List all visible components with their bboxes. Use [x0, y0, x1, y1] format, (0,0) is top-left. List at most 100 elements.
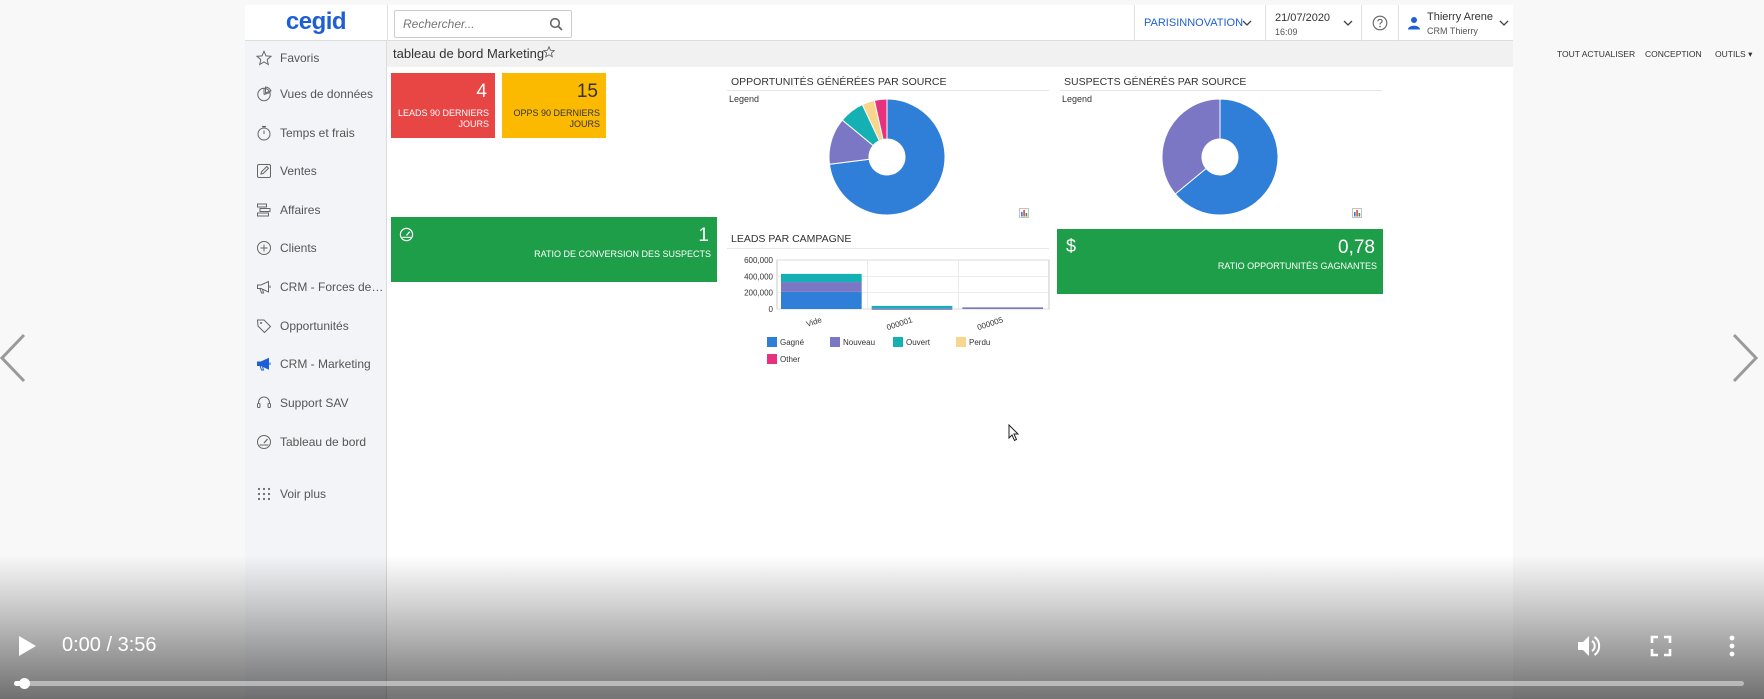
- sidebar-item-label: Vues de données: [280, 87, 373, 101]
- sidebar-item-affaires[interactable]: Affaires: [245, 195, 387, 225]
- tools-menu-button[interactable]: OUTILS ▾: [1715, 49, 1752, 60]
- search-icon[interactable]: [549, 17, 563, 31]
- sidebar-item-opportunites[interactable]: Opportunités: [245, 311, 387, 341]
- panel-divider: [727, 90, 1049, 91]
- fullscreen-icon[interactable]: [1650, 635, 1672, 657]
- opps-label: OPPS 90 DERNIERS JOURS: [513, 108, 600, 130]
- star-icon: [256, 50, 272, 66]
- favorite-star-icon[interactable]: [543, 46, 555, 58]
- chart-export-icon[interactable]: [1019, 208, 1029, 218]
- legend-label: Ouvert: [906, 338, 931, 347]
- sidebar-item-ventes[interactable]: Ventes: [245, 156, 387, 186]
- volume-icon[interactable]: [1576, 634, 1602, 658]
- caret-down-icon: ▾: [1748, 49, 1753, 59]
- legend-label: Gagné: [780, 338, 805, 347]
- panel-divider: [727, 248, 1049, 249]
- more-options-icon[interactable]: [1726, 634, 1738, 658]
- mouse-cursor-icon: [1008, 424, 1020, 442]
- opps-ratio-value: 0,78: [1338, 237, 1375, 258]
- video-scrubber-handle[interactable]: [19, 678, 30, 689]
- tools-label: OUTILS: [1715, 49, 1746, 59]
- company-selector[interactable]: PARISINNOVATION: [1134, 5, 1264, 41]
- help-button[interactable]: [1362, 5, 1398, 41]
- user-menu[interactable]: Thierry Arene CRM Thierry: [1399, 5, 1513, 41]
- leads-by-campaign-title: LEADS PAR CAMPAGNE: [731, 233, 852, 245]
- suspects-by-source-title: SUSPECTS GÉNÉRÉS PAR SOURCE: [1064, 76, 1247, 88]
- x-tick-label: Vide: [805, 315, 823, 329]
- opps-90-days-tile[interactable]: 15 OPPS 90 DERNIERS JOURS: [502, 73, 606, 138]
- winning-opps-ratio-tile[interactable]: $ 0,78 RATIO OPPORTUNITÉS GAGNANTES: [1057, 229, 1383, 294]
- sidebar-item-label: Support SAV: [280, 396, 349, 410]
- headset-icon: [257, 396, 271, 408]
- current-date: 21/07/2020: [1275, 12, 1331, 24]
- search-input[interactable]: [395, 11, 545, 37]
- company-name: PARISINNOVATION: [1144, 17, 1244, 29]
- legend-item[interactable]: Gagné: [767, 337, 804, 347]
- legend-item[interactable]: Perdu: [956, 337, 990, 347]
- legend-swatch: [830, 337, 840, 347]
- sidebar-item-temps-et-frais[interactable]: Temps et frais: [245, 118, 387, 148]
- sidebar-item-label: CRM - Marketing: [280, 357, 371, 371]
- sidebar-item-support-sav[interactable]: Support SAV: [245, 388, 387, 418]
- tag-icon: [256, 319, 272, 334]
- legend-item[interactable]: Ouvert: [893, 337, 930, 347]
- user-icon: [1408, 17, 1420, 30]
- sidebar-item-label: Clients: [280, 241, 317, 255]
- play-icon[interactable]: [17, 635, 37, 657]
- legend-item[interactable]: Other: [767, 354, 800, 364]
- next-arrow-icon[interactable]: [1732, 333, 1758, 383]
- search-box[interactable]: [394, 10, 572, 38]
- bar-segment: [781, 282, 862, 292]
- page-title: tableau de bord Marketing: [393, 46, 545, 61]
- sidebar-item-tableau-de-bord[interactable]: Tableau de bord: [245, 427, 387, 457]
- previous-arrow-icon[interactable]: [0, 333, 26, 383]
- sidebar-item-label: CRM - Forces de Ve...: [280, 280, 384, 294]
- legend-item[interactable]: Nouveau: [830, 337, 875, 347]
- help-icon: [1372, 15, 1388, 31]
- sidebar-item-favoris[interactable]: Favoris: [245, 43, 387, 73]
- sidebar-item-vues-de-donnees[interactable]: Vues de données: [245, 79, 387, 109]
- edit-icon: [257, 164, 271, 178]
- sidebar-item-crm-marketing[interactable]: CRM - Marketing: [245, 349, 387, 379]
- legend-toggle[interactable]: Legend: [729, 94, 759, 104]
- legend-swatch: [893, 337, 903, 347]
- video-progress-bar[interactable]: [14, 678, 1744, 689]
- sidebar-item-label: Temps et frais: [280, 126, 355, 140]
- opps-label-line2: JOURS: [569, 119, 600, 129]
- top-header: cegid PARISINNOVATION 21/07/2020 16:09: [245, 5, 1513, 41]
- refresh-all-button[interactable]: TOUT ACTUALISER: [1557, 49, 1635, 59]
- chevron-down-icon: [1499, 20, 1509, 26]
- y-tick-label: 600,000: [744, 256, 773, 265]
- sidebar-item-clients[interactable]: Clients: [245, 233, 387, 263]
- legend-toggle[interactable]: Legend: [1062, 94, 1092, 104]
- opps-by-source-title: OPPORTUNITÉS GÉNÉRÉES PAR SOURCE: [731, 76, 947, 88]
- bar-segment: [871, 305, 953, 309]
- chevron-down-icon: [1242, 20, 1252, 26]
- user-name: Thierry Arene: [1427, 11, 1494, 23]
- legend-swatch: [767, 354, 777, 364]
- chart-export-icon[interactable]: [1352, 208, 1362, 218]
- opps-count: 15: [576, 81, 598, 102]
- current-time: 16:09: [1275, 27, 1298, 37]
- legend-label: Nouveau: [843, 338, 876, 347]
- cegid-logo[interactable]: cegid: [245, 5, 387, 41]
- user-role: CRM Thierry: [1427, 26, 1478, 36]
- dashboard-toolbar: tableau de bord Marketing TOUT ACTUALISE…: [387, 41, 1752, 67]
- sidebar-item-label: Voir plus: [280, 487, 327, 501]
- dollar-icon: $: [1066, 236, 1077, 256]
- legend-swatch: [956, 337, 966, 347]
- sidebar-item-voir-plus[interactable]: Voir plus: [245, 479, 387, 509]
- y-tick-label: 200,000: [744, 289, 773, 298]
- video-controls-gradient: [0, 555, 1764, 699]
- grid-dots-icon: [257, 487, 271, 501]
- video-frame: cegid PARISINNOVATION 21/07/2020 16:09: [0, 0, 1764, 699]
- sidebar-item-crm-forces-de-vente[interactable]: CRM - Forces de Ve...: [245, 272, 387, 302]
- design-button[interactable]: CONCEPTION: [1645, 49, 1702, 59]
- sidebar-item-label: Ventes: [280, 164, 317, 178]
- leads-label-line1: LEADS 90 DERNIERS: [397, 108, 489, 118]
- leads-90-days-tile[interactable]: 4 LEADS 90 DERNIERS JOURS: [391, 73, 495, 138]
- date-selector[interactable]: 21/07/2020 16:09: [1265, 5, 1361, 41]
- suspects-ratio-label: RATIO DE CONVERSION DES SUSPECTS: [534, 249, 711, 259]
- suspects-conversion-ratio-tile[interactable]: 1 RATIO DE CONVERSION DES SUSPECTS: [391, 217, 717, 282]
- legend-label: Other: [780, 355, 801, 364]
